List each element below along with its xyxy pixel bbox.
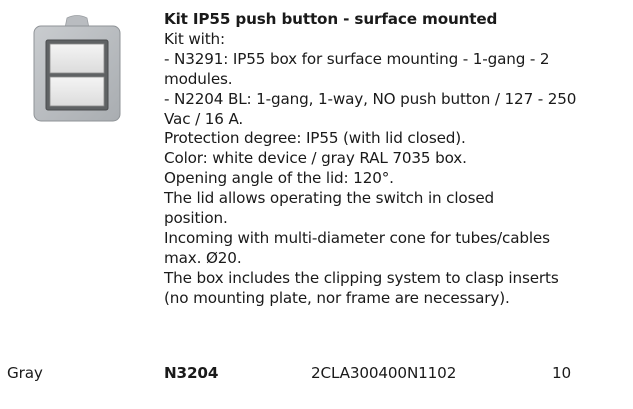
description-line: max. Ø20. [164, 248, 242, 267]
description-line: Opening angle of the lid: 120°. [164, 169, 394, 188]
description-line: Kit with: [164, 29, 225, 48]
description-line: modules. [164, 69, 233, 88]
description-line: The box includes the clipping system to … [164, 268, 559, 287]
description-line: (no mounting plate, nor frame are necess… [164, 288, 510, 307]
description-line: - N3291: IP55 box for surface mounting -… [164, 49, 550, 68]
description-line: Vac / 16 A. [164, 109, 244, 128]
description-line: Protection degree: IP55 (with lid closed… [164, 129, 466, 148]
description-line: Color: white device / gray RAL 7035 box. [164, 149, 467, 168]
color-cell: Gray [7, 364, 43, 382]
description-line: - N2204 BL: 1-gang, 1-way, NO push butto… [164, 89, 577, 108]
reference-cell: 2CLA300400N1102 [311, 364, 457, 382]
description-line: Incoming with multi-diameter cone for tu… [164, 228, 550, 247]
description-line: position. [164, 209, 228, 228]
product-image [31, 14, 123, 124]
description-line: The lid allows operating the switch in c… [164, 189, 495, 208]
quantity-cell: 10 [552, 364, 572, 382]
product-description: Kit IP55 push button - surface mounted K… [164, 10, 624, 309]
ip55-surface-box-icon [33, 15, 121, 122]
product-code-cell: N3204 [164, 364, 219, 382]
product-title: Kit IP55 push button - surface mounted [164, 10, 498, 28]
product-row: Gray N3204 2CLA300400N1102 10 [0, 363, 633, 383]
